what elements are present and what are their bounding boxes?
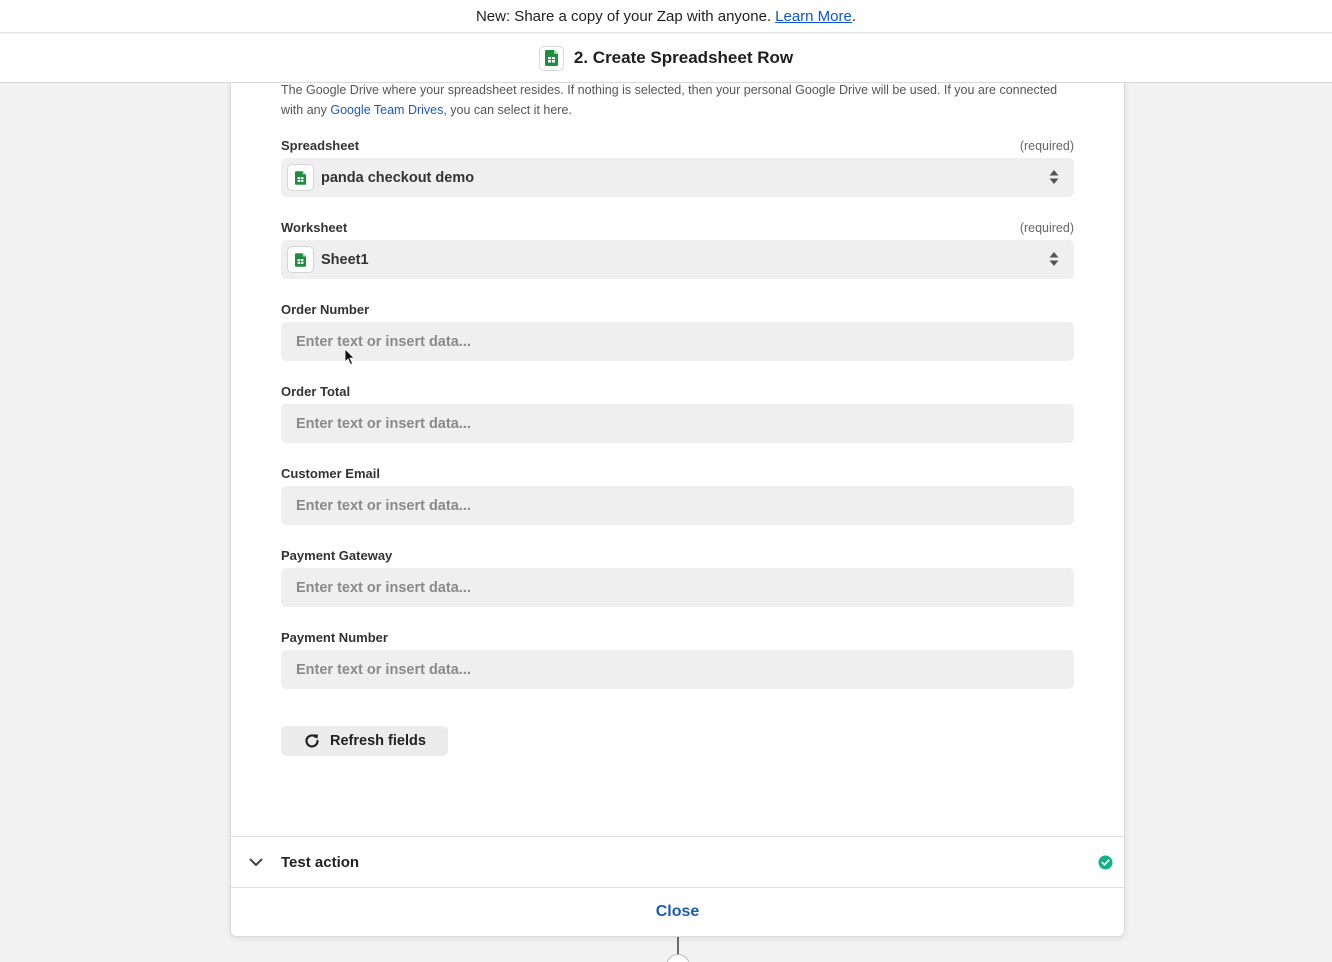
refresh-fields-button[interactable]: Refresh fields	[281, 726, 448, 756]
worksheet-value: Sheet1	[321, 251, 369, 268]
spreadsheet-required: (required)	[1019, 139, 1074, 153]
close-button[interactable]: Close	[231, 888, 1124, 936]
payment-gateway-input[interactable]: Enter text or insert data...	[281, 568, 1074, 607]
step-config-panel: The Google Drive where your spreadsheet …	[230, 60, 1125, 937]
payment-gateway-label: Payment Gateway	[281, 548, 393, 563]
drive-help-text: The Google Drive where your spreadsheet …	[281, 80, 1081, 120]
payment-number-label: Payment Number	[281, 630, 388, 645]
order-total-label: Order Total	[281, 384, 351, 399]
order-number-input[interactable]: Enter text or insert data...	[281, 322, 1074, 361]
chevron-down-icon	[249, 858, 263, 866]
refresh-fields-label: Refresh fields	[330, 733, 426, 749]
add-step-button[interactable]	[666, 954, 690, 962]
google-sheets-icon	[287, 164, 314, 191]
step-header: 2. Create Spreadsheet Row	[0, 34, 1332, 83]
customer-email-input[interactable]: Enter text or insert data...	[281, 486, 1074, 525]
close-label: Close	[655, 903, 700, 920]
worksheet-required: (required)	[1019, 221, 1074, 235]
page-title: 2. Create Spreadsheet Row	[573, 48, 794, 67]
test-action-section[interactable]: Test action	[231, 837, 1124, 887]
select-arrows-icon	[1049, 252, 1059, 266]
announcement-text: New: Share a copy of your Zap with anyon…	[475, 7, 772, 25]
worksheet-label: Worksheet	[281, 220, 348, 235]
announcement-trailing: .	[851, 7, 857, 25]
select-arrows-icon	[1049, 170, 1059, 184]
check-circle-icon	[1098, 855, 1113, 870]
order-total-input[interactable]: Enter text or insert data...	[281, 404, 1074, 443]
worksheet-select[interactable]: Sheet1	[281, 240, 1074, 279]
payment-number-input[interactable]: Enter text or insert data...	[281, 650, 1074, 689]
google-sheets-icon	[287, 246, 314, 273]
mouse-cursor-icon	[344, 348, 356, 366]
refresh-icon	[305, 734, 319, 748]
google-sheets-icon	[538, 45, 564, 71]
spreadsheet-select[interactable]: panda checkout demo	[281, 158, 1074, 197]
learn-more-link[interactable]: Learn More	[775, 8, 852, 25]
help-text-after: , you can select it here.	[443, 103, 572, 117]
customer-email-label: Customer Email	[281, 466, 380, 481]
test-action-label: Test action	[281, 853, 360, 871]
spreadsheet-value: panda checkout demo	[321, 169, 475, 186]
announcement-bar: New: Share a copy of your Zap with anyon…	[0, 0, 1332, 33]
order-number-label: Order Number	[281, 302, 370, 317]
spreadsheet-label: Spreadsheet	[281, 138, 360, 153]
team-drives-link[interactable]: Google Team Drives	[330, 103, 443, 117]
